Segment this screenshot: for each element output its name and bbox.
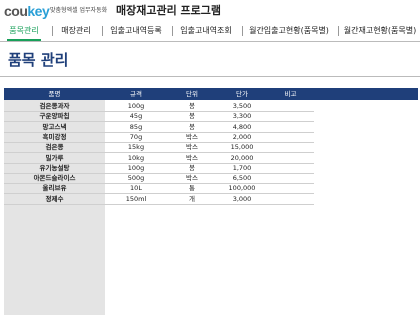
coukey-logo: coukey [4,3,50,19]
cell-price[interactable]: 15,000 [217,142,267,152]
cell-unit[interactable]: 박스 [167,142,217,152]
cell-note[interactable] [267,173,314,183]
cell-name[interactable]: 검은콩 [4,142,105,152]
cell-spec[interactable]: 85g [105,122,167,132]
cell-name[interactable]: 흑미강정 [4,132,105,142]
table-row[interactable]: 구운양파칩 45g 봉 3,300 [4,111,418,121]
tab-bar: 품목관리 매장관리 입출고내역등록 입출고내역조회 월간입출고현황(품목별) 월… [0,22,420,42]
table-row[interactable]: 검은콩과자 100g 봉 3,500 [4,101,418,111]
cell-note[interactable] [267,122,314,132]
cell-unit[interactable]: 박스 [167,173,217,183]
cell-name[interactable]: 망고스낵 [4,122,105,132]
cell-unit[interactable]: 봉 [167,101,217,111]
cell-price[interactable]: 2,000 [217,132,267,142]
cell-unit[interactable]: 박스 [167,132,217,142]
tab-separator [172,26,173,36]
tab-inout-register[interactable]: 입출고내역등록 [106,22,166,40]
table-row[interactable]: 밀가루 10kg 박스 20,000 [4,153,418,163]
tab-monthly-inout[interactable]: 월간입출고현황(품목별) [244,22,334,40]
column-header-note: 비고 [284,90,297,98]
cell-price[interactable]: 100,000 [217,183,267,193]
cell-name[interactable]: 아몬드슬라이스 [4,173,105,183]
tab-separator [242,26,243,36]
logo-tagline: 맞춤형엑셀 업무자동화 [50,7,108,14]
cell-name[interactable]: 정제수 [4,194,105,204]
cell-price[interactable]: 1,700 [217,163,267,173]
app-title: 매장재고관리 프로그램 [116,4,222,17]
cell-unit[interactable]: 봉 [167,111,217,121]
cell-note[interactable] [267,153,314,163]
cell-spec[interactable]: 150ml [105,194,167,204]
table-row[interactable]: 망고스낵 85g 봉 4,800 [4,122,418,132]
cell-price[interactable]: 3,000 [217,194,267,204]
cell-spec[interactable]: 10kg [105,153,167,163]
tab-store-management[interactable]: 매장관리 [58,22,94,40]
cell-unit[interactable]: 봉 [167,122,217,132]
cell-price[interactable]: 20,000 [217,153,267,163]
cell-note[interactable] [267,183,314,193]
cell-spec[interactable]: 15kg [105,142,167,152]
cell-unit[interactable]: 통 [167,183,217,193]
cell-spec[interactable]: 500g [105,173,167,183]
tab-inout-query[interactable]: 입출고내역조회 [176,22,236,40]
column-header-spec: 규격 [130,90,142,98]
table-row[interactable]: 흑미강정 70g 박스 2,000 [4,132,418,142]
cell-name[interactable]: 밀가루 [4,153,105,163]
title-divider [0,76,420,77]
cell-spec[interactable]: 100g [105,163,167,173]
table-row[interactable]: 올리브유 10L 통 100,000 [4,183,418,193]
page-title: 품목 관리 [8,51,69,69]
cell-spec[interactable]: 45g [105,111,167,121]
tab-separator [338,26,339,36]
row-divider [4,203,314,205]
table-row[interactable]: 검은콩 15kg 박스 15,000 [4,142,418,152]
tab-monthly-stock[interactable]: 월간재고현황(품목별) [340,22,420,40]
cell-name[interactable]: 올리브유 [4,183,105,193]
cell-name[interactable]: 검은콩과자 [4,101,105,111]
cell-price[interactable]: 3,300 [217,111,267,121]
cell-unit[interactable]: 박스 [167,153,217,163]
cell-price[interactable]: 6,500 [217,173,267,183]
cell-unit[interactable]: 개 [167,194,217,204]
cell-price[interactable]: 4,800 [217,122,267,132]
table-row[interactable]: 유기농설탕 100g 봉 1,700 [4,163,418,173]
cell-note[interactable] [267,194,314,204]
cell-spec[interactable]: 70g [105,132,167,142]
cell-name[interactable]: 구운양파칩 [4,111,105,121]
item-table: 품명 규격 단위 단가 비고 검은콩과자 100g 봉 3,500 구운양파칩 45g 봉 3… [4,88,418,315]
title-bar: coukey 맞춤형엑셀 업무자동화 매장재고관리 프로그램 [0,0,420,22]
cell-note[interactable] [267,132,314,142]
cell-note[interactable] [267,101,314,111]
tab-separator [52,26,53,36]
cell-spec[interactable]: 100g [105,101,167,111]
cell-spec[interactable]: 10L [105,183,167,193]
tab-separator [102,26,103,36]
cell-unit[interactable]: 봉 [167,163,217,173]
table-header: 품명 규격 단위 단가 비고 [4,88,418,100]
cell-price[interactable]: 3,500 [217,101,267,111]
cell-note[interactable] [267,142,314,152]
cell-note[interactable] [267,163,314,173]
column-header-unit: 단위 [186,90,198,98]
cell-name[interactable]: 유기농설탕 [4,163,105,173]
column-header-name: 품명 [48,90,61,98]
tab-item-management[interactable]: 품목관리 [4,22,44,41]
cell-note[interactable] [267,111,314,121]
table-row[interactable]: 정제수 150ml 개 3,000 [4,194,418,204]
column-header-price: 단가 [236,90,248,98]
table-row[interactable]: 아몬드슬라이스 500g 박스 6,500 [4,173,418,183]
